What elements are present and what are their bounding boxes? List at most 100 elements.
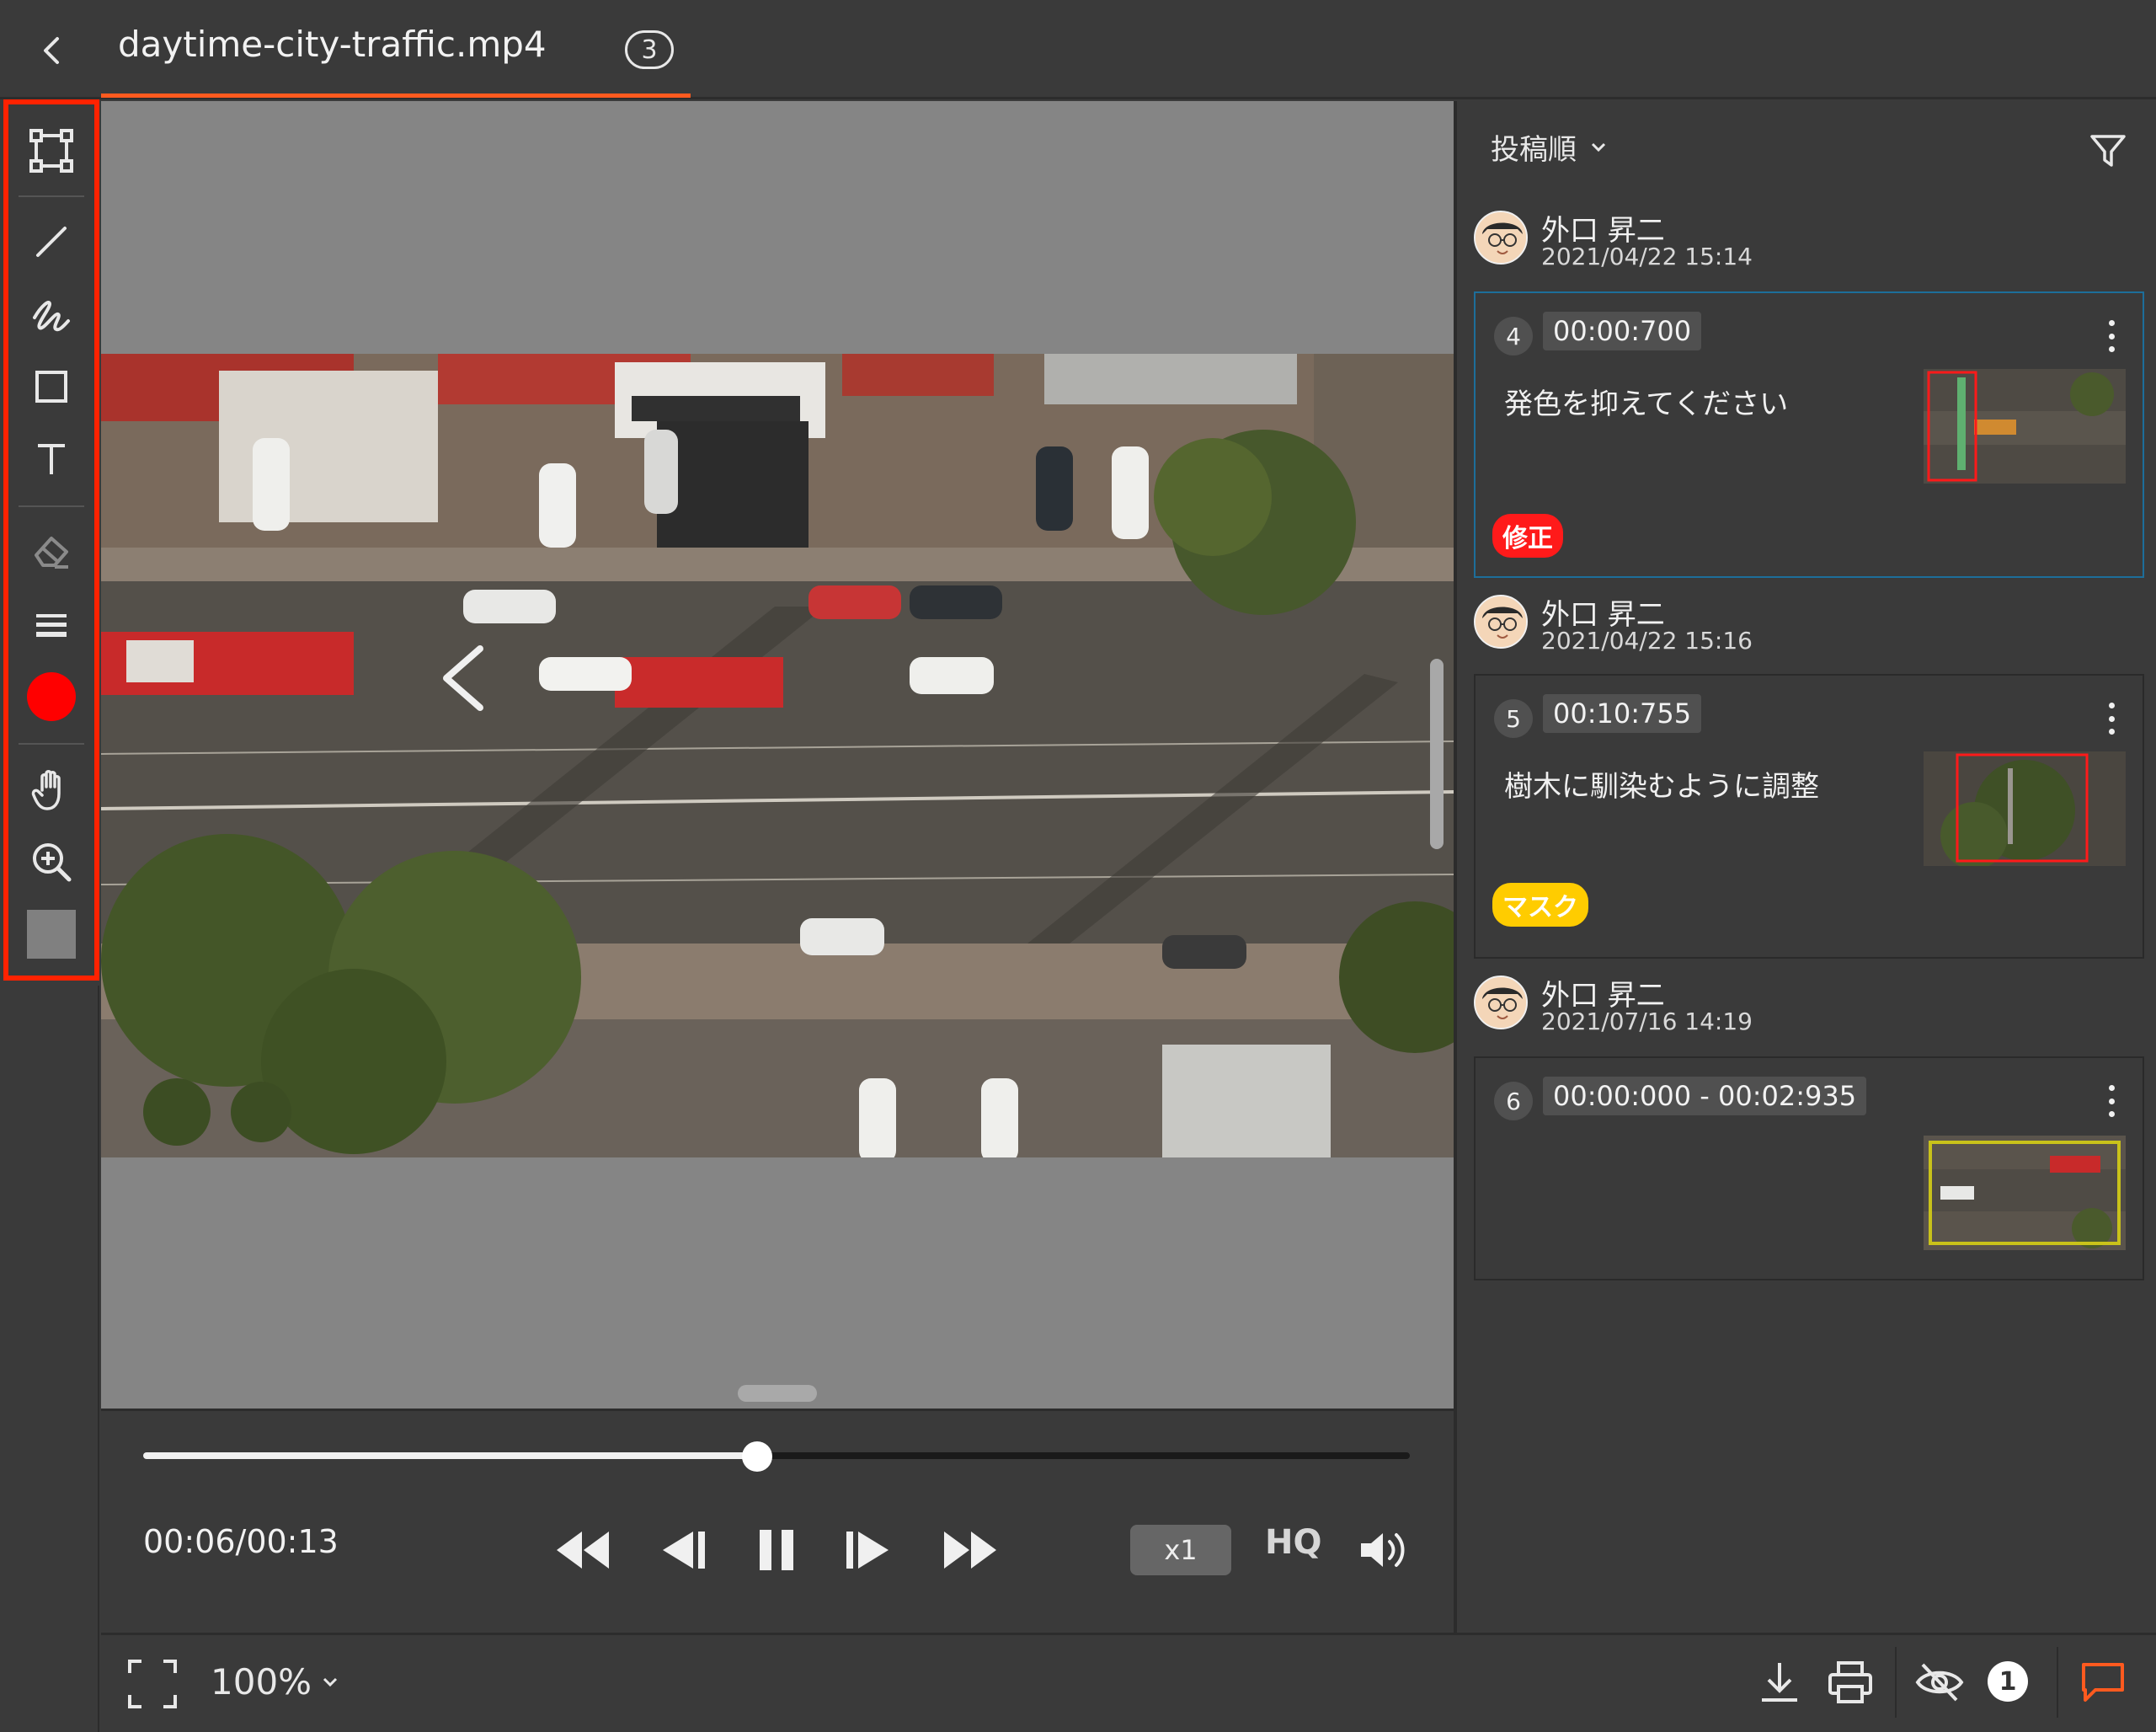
step-forward-icon	[846, 1532, 889, 1569]
comment-number: 4	[1494, 317, 1533, 355]
comment-tag: 修正	[1492, 514, 1563, 558]
download-icon	[1762, 1663, 1797, 1702]
download-button[interactable]	[1752, 1654, 1807, 1710]
thumbnail-image	[1924, 751, 2126, 866]
post-date: 2021/04/22 15:14	[1541, 243, 1753, 270]
transform-icon	[29, 129, 73, 173]
step-forward-button[interactable]	[835, 1516, 903, 1584]
avatar	[1474, 976, 1528, 1029]
filter-icon	[2090, 135, 2126, 167]
comment-timestamp[interactable]: 00:00:700	[1543, 312, 1702, 350]
avatar-face-icon	[1476, 596, 1526, 647]
zoom-level: 100%	[211, 1661, 312, 1703]
eraser-tool[interactable]	[25, 526, 77, 578]
stage-scrollbar[interactable]	[1430, 659, 1444, 849]
step-back-icon	[663, 1532, 705, 1569]
chevron-down-icon	[323, 1677, 338, 1687]
more-menu-icon[interactable]	[2099, 1080, 2124, 1122]
comments-toggle[interactable]	[2075, 1654, 2131, 1710]
pen-tool[interactable]	[25, 288, 77, 340]
rewind-icon	[557, 1532, 609, 1569]
rectangle-icon	[35, 371, 67, 403]
avatar	[1474, 595, 1528, 649]
comment-icon	[2082, 1663, 2124, 1702]
back-button[interactable]	[25, 24, 79, 78]
thumbnail-image	[1924, 1136, 2126, 1250]
line-width-tool[interactable]	[25, 598, 77, 650]
comment-number: 5	[1494, 699, 1533, 738]
more-menu-icon[interactable]	[2099, 698, 2124, 740]
line-icon	[36, 227, 67, 257]
fullscreen-button[interactable]	[126, 1658, 179, 1710]
fullscreen-icon	[128, 1660, 177, 1708]
post-date: 2021/07/16 14:19	[1541, 1008, 1753, 1035]
volume-button[interactable]	[1351, 1516, 1418, 1584]
toolbar-divider	[19, 743, 84, 745]
fill-swatch-icon	[27, 910, 76, 959]
zoom-select[interactable]: 100%	[211, 1661, 340, 1703]
line-width-icon	[36, 614, 67, 637]
color-swatch-icon	[27, 672, 76, 721]
filter-button[interactable]	[2084, 126, 2134, 177]
text-icon	[38, 444, 65, 474]
seek-progress	[143, 1452, 757, 1459]
zoom-tool[interactable]	[25, 836, 77, 888]
comment-timestamp[interactable]: 00:00:000 - 00:02:935	[1543, 1077, 1867, 1115]
comment-card[interactable]: 6 00:00:000 - 00:02:935	[1474, 1056, 2144, 1280]
bottom-divider	[2057, 1647, 2058, 1718]
color-picker[interactable]	[25, 671, 77, 723]
text-tool[interactable]	[25, 433, 77, 485]
zoom-in-icon	[33, 843, 72, 882]
comment-thumbnail[interactable]	[1924, 1136, 2126, 1250]
freehand-pen-icon	[33, 301, 70, 332]
comment-text: 発色を抑えてください	[1504, 388, 1789, 421]
line-tool[interactable]	[25, 216, 77, 268]
sort-select[interactable]: 投稿順	[1491, 126, 1609, 168]
fill-color-picker[interactable]	[25, 908, 77, 960]
hand-tool[interactable]	[25, 763, 77, 815]
time-display: 00:06/00:13	[143, 1523, 339, 1560]
printer-icon	[1828, 1661, 1872, 1703]
toolbar-background	[0, 986, 99, 1732]
comment-thumbnail[interactable]	[1924, 369, 2126, 484]
comment-tag: マスク	[1492, 883, 1588, 927]
comment-card[interactable]: 5 00:10:755 樹木に馴染むように調整 マスク	[1474, 674, 2144, 959]
sort-label: 投稿順	[1491, 133, 1577, 167]
post-date: 2021/04/22 15:16	[1541, 627, 1753, 655]
comment-card[interactable]: 4 00:00:700 発色を抑えてください 修正	[1474, 291, 2144, 578]
visibility-toggle[interactable]	[1912, 1654, 1967, 1710]
aerial-street-image	[101, 354, 1454, 1157]
resize-handle[interactable]	[738, 1385, 817, 1402]
avatar-face-icon	[1476, 977, 1526, 1028]
eye-off-icon	[1915, 1663, 1964, 1702]
quality-toggle[interactable]: HQ	[1265, 1523, 1321, 1562]
video-frame[interactable]	[101, 354, 1454, 1157]
seek-handle[interactable]	[742, 1441, 772, 1472]
rectangle-tool[interactable]	[25, 361, 77, 413]
comment-text: 樹木に馴染むように調整	[1504, 770, 1819, 804]
comment-number: 6	[1494, 1082, 1533, 1120]
print-button[interactable]	[1822, 1654, 1878, 1710]
select-transform-tool[interactable]	[25, 125, 77, 177]
avatar	[1474, 211, 1528, 265]
toolbar-divider	[19, 195, 84, 197]
comment-thumbnail[interactable]	[1924, 751, 2126, 866]
file-title: daytime-city-traffic.mp4	[118, 24, 547, 65]
volume-icon	[1361, 1533, 1405, 1567]
chevron-left-icon	[44, 37, 59, 64]
version-badge[interactable]: 3	[625, 30, 674, 69]
fast-forward-button[interactable]	[937, 1516, 1004, 1584]
eraser-icon	[35, 537, 68, 569]
step-back-button[interactable]	[648, 1516, 716, 1584]
thumbnail-image	[1924, 369, 2126, 484]
hand-icon	[31, 770, 61, 810]
comment-timestamp[interactable]: 00:10:755	[1543, 694, 1702, 733]
more-menu-icon[interactable]	[2099, 315, 2124, 357]
toolbar-divider	[19, 505, 84, 507]
bottom-divider	[1895, 1647, 1897, 1718]
playback-speed-button[interactable]: x1	[1130, 1525, 1231, 1575]
hidden-count-badge: 1	[1988, 1661, 2028, 1702]
pause-button[interactable]	[743, 1516, 810, 1584]
fast-forward-icon	[944, 1532, 996, 1569]
rewind-button[interactable]	[549, 1516, 616, 1584]
